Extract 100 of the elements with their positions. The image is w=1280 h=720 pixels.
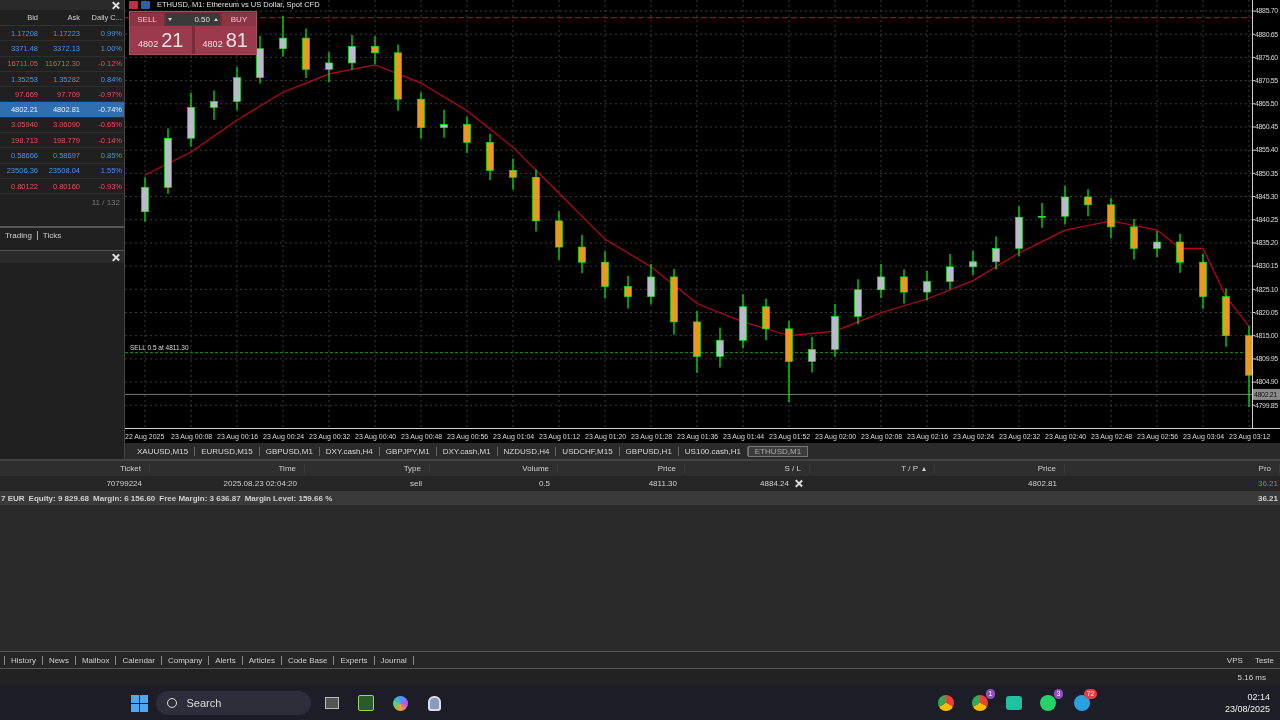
chart-tab[interactable]: EURUSD,M15 bbox=[195, 446, 260, 456]
account-summary: Free Margin: 3 636.87 bbox=[159, 493, 241, 503]
column-header[interactable]: Price bbox=[935, 464, 1065, 473]
candlestick bbox=[1084, 188, 1092, 217]
candlestick bbox=[325, 51, 333, 83]
table-cell-text: 70799224 bbox=[105, 479, 143, 488]
toolbox-tab[interactable]: Company bbox=[161, 655, 210, 665]
chart-tab[interactable]: GBPUSD,M1 bbox=[259, 446, 320, 456]
clock-time: 02:14 bbox=[1247, 691, 1270, 703]
menu-icon[interactable] bbox=[129, 0, 138, 9]
table-cell-text: 0.5 bbox=[537, 479, 551, 488]
toolbox-tab[interactable]: Code Base bbox=[281, 655, 335, 665]
window-stack-icon bbox=[325, 697, 340, 709]
chart-tab[interactable]: GBPUSD,H1 bbox=[619, 446, 679, 456]
column-header[interactable]: Pro bbox=[1065, 464, 1280, 473]
column-header[interactable]: Type bbox=[305, 464, 430, 473]
chart-tab[interactable]: ETHUSD,M1 bbox=[747, 445, 809, 457]
candlestick bbox=[900, 268, 908, 305]
app-icon bbox=[1006, 696, 1023, 710]
candlestick bbox=[624, 275, 632, 310]
table-cell-text: 2025.08.23 02:04:20 bbox=[222, 479, 298, 488]
candlestick bbox=[509, 157, 517, 191]
app-icon bbox=[358, 695, 375, 711]
candlestick bbox=[762, 297, 770, 341]
candlestick bbox=[371, 35, 379, 65]
browser-icon bbox=[972, 695, 989, 711]
column-header[interactable]: Time bbox=[150, 464, 305, 473]
column-header[interactable]: Ticket bbox=[0, 464, 150, 473]
toolbox-tab[interactable]: Experts bbox=[334, 655, 375, 665]
candlestick bbox=[440, 109, 448, 139]
decrease-icon[interactable] bbox=[168, 17, 172, 21]
vps-link[interactable]: VPS bbox=[1220, 655, 1249, 665]
candlestick bbox=[210, 89, 218, 121]
panel-tab[interactable]: Ticks bbox=[36, 230, 67, 240]
chart-tab[interactable]: DXY.cash,H4 bbox=[319, 446, 380, 456]
candlestick bbox=[877, 263, 885, 299]
paper-plane-icon bbox=[1074, 695, 1091, 711]
sell-price-button[interactable]: 4802 21 bbox=[130, 26, 192, 54]
buy-price-button[interactable]: 4802 81 bbox=[194, 26, 256, 54]
chart-tab[interactable]: XAUUSD,M15 bbox=[131, 446, 196, 456]
candlestick bbox=[1061, 185, 1069, 226]
chart-icon[interactable] bbox=[141, 0, 150, 9]
candlestick bbox=[233, 66, 241, 111]
toolbox-tab[interactable]: Journal bbox=[374, 655, 414, 665]
column-header[interactable]: Price bbox=[558, 464, 685, 473]
toolbox-tab[interactable]: Alerts bbox=[209, 655, 243, 665]
candlestick bbox=[279, 15, 287, 58]
close-icon[interactable] bbox=[112, 1, 119, 9]
column-header[interactable]: Volume bbox=[430, 464, 558, 473]
chat-icon bbox=[1040, 695, 1057, 711]
increase-icon[interactable] bbox=[214, 17, 218, 21]
candlestick bbox=[463, 116, 471, 154]
close-icon[interactable] bbox=[795, 480, 802, 487]
toolbox-tab[interactable]: Mailbox bbox=[75, 655, 117, 665]
toolbox-tab[interactable]: History bbox=[4, 655, 43, 665]
table-cell-text: 4802.81 bbox=[1027, 479, 1058, 488]
candlestick bbox=[578, 234, 586, 274]
tester-link[interactable]: Teste bbox=[1248, 655, 1280, 665]
table-cell: 4884.24 bbox=[760, 479, 789, 488]
candlestick bbox=[647, 263, 655, 306]
chart-tab[interactable]: GBPJPY,M1 bbox=[379, 446, 437, 456]
candlestick bbox=[1176, 233, 1184, 274]
candlestick bbox=[923, 270, 931, 301]
table-cell-text: sell bbox=[409, 479, 423, 488]
chart-tab[interactable]: DXY.cash,M1 bbox=[436, 446, 498, 456]
browser-icon bbox=[938, 695, 955, 711]
chart-tab[interactable]: US100.cash,H1 bbox=[678, 446, 748, 456]
candlestick bbox=[716, 326, 724, 368]
trade-row[interactable]: 70799224 2025.08.23 02:04:20 sell 0.5 4811.30 4884.24 4802.81 36.21 bbox=[0, 476, 1280, 491]
swirl-icon bbox=[393, 695, 408, 711]
candlestick bbox=[1107, 197, 1115, 239]
candlestick bbox=[969, 250, 977, 276]
candlestick bbox=[348, 34, 356, 71]
candlestick bbox=[808, 336, 816, 374]
toolbox-tab[interactable]: News bbox=[42, 655, 76, 665]
table-cell-text: 36.21 bbox=[1256, 479, 1279, 488]
candlestick bbox=[992, 235, 1000, 271]
account-summary: 7 EUR bbox=[1, 493, 25, 503]
chart-tab[interactable]: USDCHF,M15 bbox=[556, 446, 620, 456]
sell-button[interactable]: SELL bbox=[130, 12, 164, 26]
ping-text: 5.16 ms bbox=[1237, 673, 1266, 682]
windows-logo-icon[interactable] bbox=[131, 694, 149, 712]
chart-tab[interactable]: NZDUSD,H4 bbox=[497, 446, 557, 456]
buy-button[interactable]: BUY bbox=[222, 12, 256, 26]
candlestick bbox=[1130, 218, 1138, 261]
panel-tab[interactable]: Trading bbox=[0, 230, 37, 240]
lock-icon bbox=[428, 695, 441, 711]
column-header[interactable]: T / P bbox=[810, 464, 935, 473]
candlestick bbox=[946, 253, 954, 290]
account-summary: Margin Level: 159.66 % bbox=[244, 493, 333, 503]
account-summary: Equity: 9 829.68 bbox=[28, 493, 90, 503]
volume-field[interactable]: 0.50 bbox=[166, 13, 220, 25]
toolbox-tab[interactable]: Articles bbox=[242, 655, 282, 665]
sort-icon bbox=[922, 466, 926, 471]
close-icon[interactable] bbox=[112, 253, 119, 261]
column-header[interactable]: S / L bbox=[685, 464, 810, 473]
search-field[interactable]: Search bbox=[156, 691, 312, 715]
candlestick bbox=[1038, 202, 1046, 229]
candlestick bbox=[1153, 230, 1161, 258]
toolbox-tab[interactable]: Calendar bbox=[116, 655, 162, 665]
